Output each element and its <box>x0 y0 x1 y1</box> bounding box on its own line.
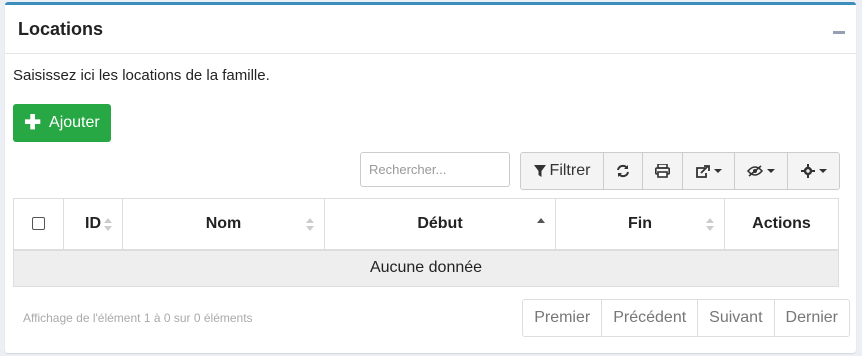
select-all-checkbox[interactable] <box>32 217 45 231</box>
collapse-icon[interactable] <box>833 31 845 34</box>
column-header-fin[interactable]: Fin <box>555 198 725 251</box>
search-input[interactable] <box>360 152 510 187</box>
table-toolbar: Filtrer <box>520 152 840 190</box>
table-row: Aucune donnée <box>13 249 839 287</box>
pagination-previous[interactable]: Précédent <box>602 300 699 336</box>
column-header-label: Nom <box>205 214 242 232</box>
export-dropdown[interactable] <box>683 153 735 189</box>
sort-icon <box>104 218 112 232</box>
filter-icon <box>533 165 546 177</box>
pagination-next[interactable]: Suivant <box>698 300 775 336</box>
column-header-actions: Actions <box>724 198 839 251</box>
chevron-down-icon <box>818 169 827 173</box>
column-header-nom[interactable]: Nom <box>122 198 325 251</box>
panel-header: Locations <box>5 5 856 54</box>
panel-intro-text: Saisissez ici les locations de la famill… <box>13 67 270 84</box>
refresh-button[interactable] <box>604 153 643 189</box>
filter-button[interactable]: Filtrer <box>521 153 604 189</box>
chevron-down-icon <box>713 169 722 173</box>
column-header-label: ID <box>85 214 101 232</box>
filter-button-label: Filtrer <box>549 162 591 179</box>
sort-icon <box>706 218 714 232</box>
add-button[interactable]: ✚ Ajouter <box>13 104 111 142</box>
pagination: Premier Précédent Suivant Dernier <box>522 299 850 337</box>
column-header-label: Début <box>417 214 463 232</box>
add-button-label: Ajouter <box>49 114 100 131</box>
column-header-id[interactable]: ID <box>63 198 123 251</box>
table-info-text: Affichage de l'élément 1 à 0 sur 0 éléme… <box>23 311 253 325</box>
column-header-label: Actions <box>752 214 811 232</box>
gear-icon <box>800 164 815 178</box>
pagination-last[interactable]: Dernier <box>774 300 849 336</box>
export-icon <box>695 164 710 178</box>
chevron-down-icon <box>767 169 775 173</box>
print-button[interactable] <box>643 153 683 189</box>
column-header-debut[interactable]: Début <box>324 198 556 251</box>
locations-table: ID Nom Début Fin Actions Aucune donnée <box>13 198 839 287</box>
sort-ascending-icon <box>537 218 545 232</box>
column-visibility-dropdown[interactable] <box>735 153 788 189</box>
empty-table-message: Aucune donnée <box>13 249 839 287</box>
refresh-icon <box>617 164 629 178</box>
pagination-first[interactable]: Premier <box>523 300 603 336</box>
select-all-header[interactable] <box>13 198 64 251</box>
settings-dropdown[interactable] <box>788 153 839 189</box>
plus-icon: ✚ <box>24 112 42 134</box>
visibility-icon <box>747 165 763 177</box>
print-icon <box>655 164 670 178</box>
table-header-row: ID Nom Début Fin Actions <box>13 198 839 251</box>
column-header-label: Fin <box>628 214 652 232</box>
sort-icon <box>306 218 314 232</box>
panel-title: Locations <box>18 19 104 39</box>
